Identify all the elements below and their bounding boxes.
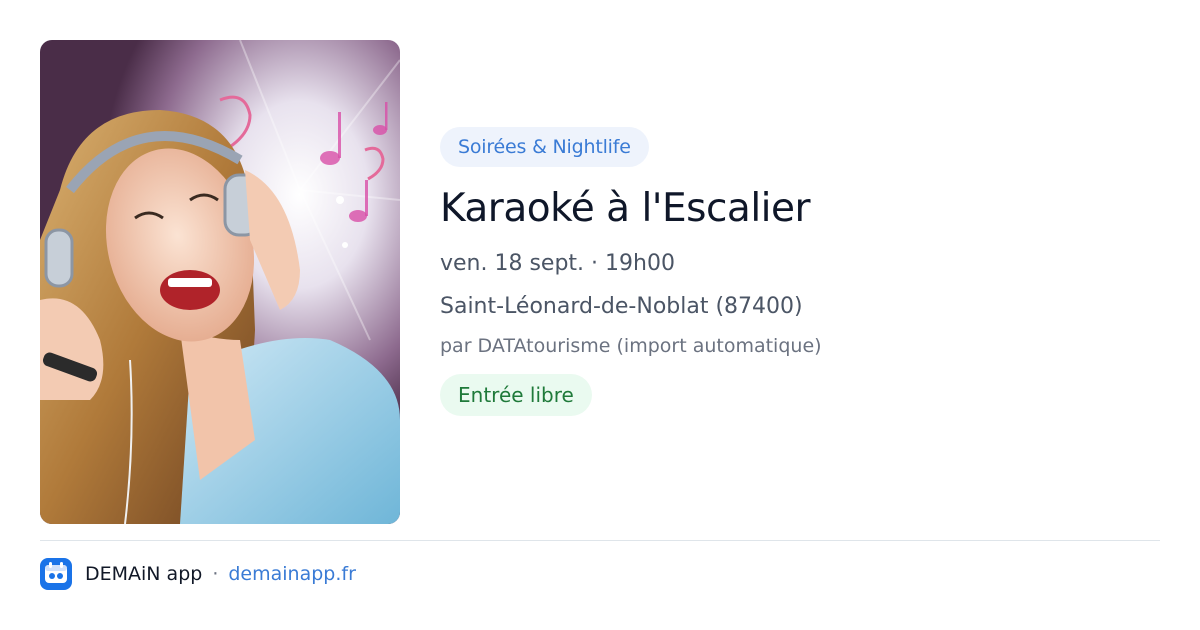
footer-separator: ·	[212, 563, 219, 585]
footer-divider	[40, 540, 1160, 541]
event-date-time: ven. 18 sept. · 19h00	[440, 250, 675, 276]
event-location: Saint-Léonard-de-Noblat (87400)	[440, 294, 803, 320]
price-badge: Entrée libre	[440, 373, 592, 416]
category-badge[interactable]: Soirées & Nightlife	[440, 127, 649, 167]
domain-link[interactable]: demainapp.fr	[228, 563, 356, 585]
footer: DEMAiN app · demainapp.fr	[40, 558, 356, 590]
singer-with-headphones-photo	[40, 40, 400, 524]
event-title: Karaoké à l'Escalier	[440, 186, 811, 231]
event-share-card: Soirées & Nightlife Karaoké à l'Escalier…	[0, 0, 1200, 630]
event-organizer: par DATAtourisme (import automatique)	[440, 335, 822, 358]
app-name: DEMAiN app	[85, 563, 203, 585]
demain-app-logo-icon	[40, 558, 72, 590]
event-info: Soirées & Nightlife Karaoké à l'Escalier…	[440, 127, 1160, 416]
event-photo	[40, 40, 400, 524]
